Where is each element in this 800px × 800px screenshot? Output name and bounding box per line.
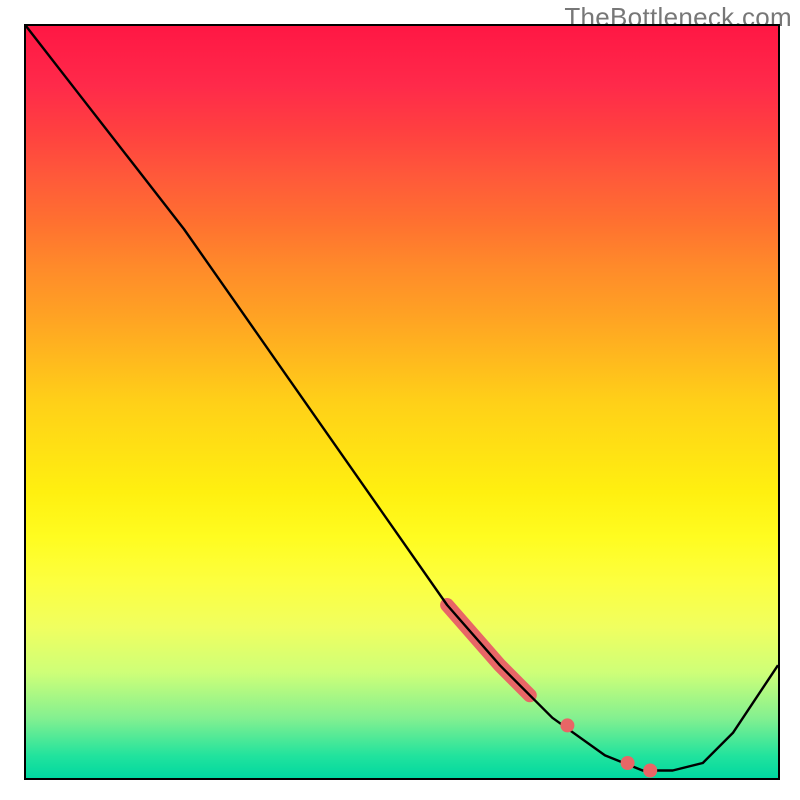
- plot-area: [24, 24, 780, 780]
- chart-container: TheBottleneck.com: [0, 0, 800, 800]
- highlight-dot: [643, 764, 657, 778]
- bottleneck-curve: [26, 26, 778, 771]
- highlight-dots: [560, 718, 657, 777]
- highlight-dot: [621, 756, 635, 770]
- highlight-dot: [560, 718, 574, 732]
- chart-overlay: [26, 26, 778, 778]
